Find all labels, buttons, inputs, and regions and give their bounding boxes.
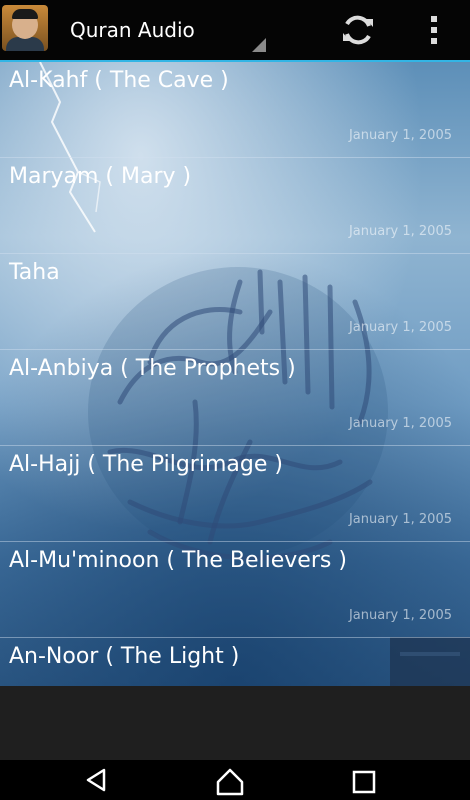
surah-list: Al-Kahf ( The Cave ) January 1, 2005 Mar… bbox=[0, 62, 470, 686]
dropdown-triangle-icon[interactable] bbox=[252, 38, 266, 52]
empty-footer-area bbox=[0, 686, 470, 760]
surah-title: Taha bbox=[9, 260, 60, 285]
reciter-portrait-icon[interactable] bbox=[2, 5, 48, 51]
list-item[interactable]: Maryam ( Mary ) January 1, 2005 bbox=[0, 158, 470, 254]
app-title[interactable]: Quran Audio bbox=[70, 18, 195, 42]
list-item[interactable]: An-Noor ( The Light ) bbox=[0, 638, 470, 686]
list-item[interactable]: Al-Kahf ( The Cave ) January 1, 2005 bbox=[0, 62, 470, 158]
list-item[interactable]: Al-Anbiya ( The Prophets ) January 1, 20… bbox=[0, 350, 470, 446]
surah-title: Al-Mu'minoon ( The Believers ) bbox=[9, 548, 347, 573]
quran-audio-screen: Quran Audio Al-Kahf (The Cave) January… bbox=[0, 0, 470, 800]
surah-title: An-Noor ( The Light ) bbox=[9, 644, 240, 669]
list-item[interactable]: Al-Mu'minoon ( The Believers ) January 1… bbox=[0, 542, 470, 638]
recents-icon bbox=[352, 770, 376, 794]
recents-button[interactable] bbox=[344, 764, 384, 796]
refresh-icon bbox=[343, 15, 373, 45]
action-bar: Quran Audio bbox=[0, 0, 470, 62]
refresh-button[interactable] bbox=[336, 10, 380, 50]
surah-date: January 1, 2005 bbox=[348, 416, 452, 431]
surah-title: Al-Kahf ( The Cave ) bbox=[9, 68, 229, 93]
overflow-menu-icon bbox=[431, 16, 437, 22]
surah-title: Al-Hajj ( The Pilgrimage ) bbox=[9, 452, 283, 477]
list-item[interactable]: Taha January 1, 2005 bbox=[0, 254, 470, 350]
system-navigation-bar bbox=[0, 760, 470, 800]
home-icon bbox=[216, 768, 244, 796]
surah-date: January 1, 2005 bbox=[348, 512, 452, 527]
surah-list-container[interactable]: Al-Kahf ( The Cave ) January 1, 2005 Mar… bbox=[0, 62, 470, 686]
list-item[interactable]: Al-Hajj ( The Pilgrimage ) January 1, 20… bbox=[0, 446, 470, 542]
surah-date: January 1, 2005 bbox=[348, 608, 452, 623]
home-button[interactable] bbox=[210, 764, 250, 796]
surah-date: January 1, 2005 bbox=[348, 320, 452, 335]
surah-title: Maryam ( Mary ) bbox=[9, 164, 192, 189]
surah-title: Al-Anbiya ( The Prophets ) bbox=[9, 356, 296, 381]
surah-date: January 1, 2005 bbox=[348, 224, 452, 239]
overflow-menu-button[interactable] bbox=[418, 10, 450, 50]
back-button[interactable] bbox=[76, 764, 116, 796]
surah-date: January 1, 2005 bbox=[348, 128, 452, 143]
back-icon bbox=[86, 768, 106, 792]
